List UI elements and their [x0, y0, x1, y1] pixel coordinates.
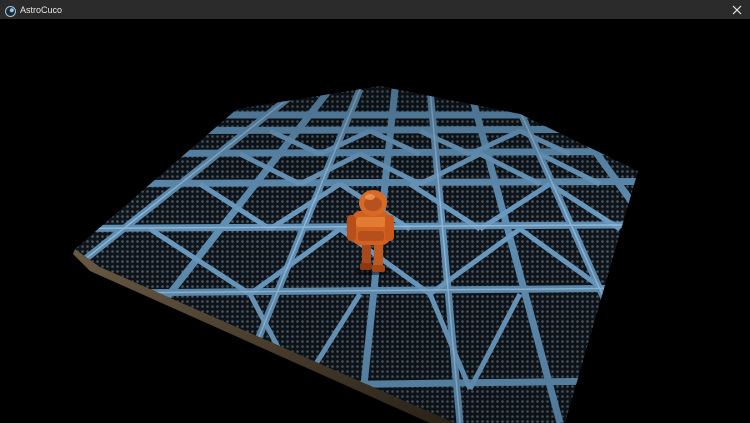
title-bar[interactable]: AstroCuco: [0, 0, 750, 19]
game-viewport[interactable]: [0, 19, 750, 423]
game-window: AstroCuco: [0, 0, 750, 423]
app-icon: [5, 4, 16, 17]
close-icon: [732, 5, 742, 14]
game-scene: [73, 86, 638, 423]
close-button[interactable]: [724, 0, 750, 19]
window-title: AstroCuco: [20, 4, 63, 15]
